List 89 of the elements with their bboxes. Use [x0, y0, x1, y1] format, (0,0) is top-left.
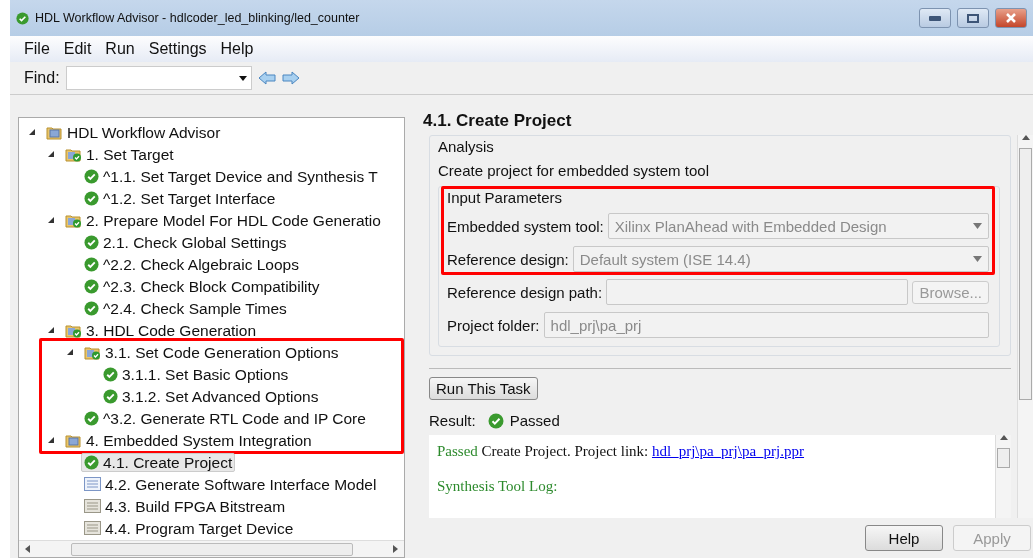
- description-text: Create project for embedded system tool: [438, 162, 710, 179]
- check-icon: [487, 412, 504, 429]
- folder-check-icon: [65, 322, 82, 338]
- check-icon: [84, 278, 99, 294]
- back-arrow-icon[interactable]: [257, 71, 276, 85]
- scroll-right-icon[interactable]: [393, 545, 398, 553]
- menu-item[interactable]: File: [24, 40, 50, 58]
- tree-item[interactable]: 3.1.2. Set Advanced Options: [100, 386, 322, 406]
- tree-item[interactable]: ^2.2. Check Algebraic Loops: [81, 254, 302, 274]
- tree-item[interactable]: ^2.4. Check Sample Times: [81, 298, 290, 318]
- project-link[interactable]: hdl_prj\pa_prj\pa_prj.ppr: [651, 443, 805, 459]
- menu-item[interactable]: Run: [105, 40, 135, 58]
- check-icon: [103, 388, 118, 404]
- tree-item[interactable]: ^2.3. Check Block Compatibility: [81, 276, 323, 296]
- folder-check-icon: [65, 212, 82, 228]
- check-icon: [16, 11, 29, 25]
- maximize-icon: [967, 13, 979, 23]
- maximize-button[interactable]: [957, 8, 989, 28]
- dialog-button[interactable]: Help: [865, 525, 943, 551]
- group-legend: Input Parameters: [447, 189, 989, 206]
- forward-arrow-icon[interactable]: [281, 71, 300, 85]
- scroll-thumb[interactable]: [70, 542, 353, 556]
- field-label: Embedded system tool:: [447, 217, 604, 235]
- menu-item[interactable]: Settings: [148, 40, 207, 58]
- caret-icon: [973, 223, 982, 229]
- result-label: Result:: [429, 412, 476, 429]
- check-icon: [84, 410, 99, 426]
- collapse-triangle-icon[interactable]: [46, 215, 56, 225]
- tree-item[interactable]: 4. Embedded System Integration: [62, 430, 315, 450]
- collapse-triangle-icon[interactable]: [46, 325, 56, 335]
- check-icon: [84, 168, 99, 184]
- scroll-left-icon[interactable]: [25, 545, 30, 553]
- menu-item[interactable]: Help: [220, 40, 254, 58]
- menu-item[interactable]: Edit: [63, 40, 92, 58]
- collapse-triangle-icon[interactable]: [27, 127, 37, 137]
- caret-icon: [238, 75, 247, 81]
- scroll-up-icon[interactable]: [1021, 135, 1030, 140]
- task-icon: [84, 521, 101, 535]
- minimize-button[interactable]: [919, 8, 951, 28]
- collapse-triangle-icon[interactable]: [46, 435, 56, 445]
- tree-item[interactable]: ^1.2. Set Target Interface: [81, 188, 279, 208]
- folder-check-icon: [65, 146, 82, 162]
- check-icon: [84, 454, 99, 470]
- log-scrollbar[interactable]: [995, 435, 1011, 518]
- scroll-thumb[interactable]: [997, 448, 1010, 468]
- horizontal-scrollbar[interactable]: [19, 540, 404, 557]
- check-icon: [84, 300, 99, 316]
- tree-item[interactable]: 3. HDL Code Generation: [62, 320, 260, 340]
- field-label: Project folder:: [447, 316, 540, 334]
- check-icon: [84, 256, 99, 272]
- task-icon: [84, 499, 101, 513]
- vertical-scrollbar[interactable]: [1017, 135, 1033, 518]
- field-label: Reference design path:: [447, 283, 603, 301]
- window-title: HDL Workflow Advisor - hdlcoder_led_blinking/led_counter: [35, 11, 361, 25]
- tree-item[interactable]: 3.1. Set Code Generation Options: [81, 342, 342, 362]
- run-task-button[interactable]: Run This Task: [429, 377, 538, 400]
- tree-item[interactable]: 2. Prepare Model For HDL Code Generatio: [62, 210, 384, 230]
- minimize-icon: [929, 15, 941, 21]
- find-label: Find:: [24, 69, 60, 87]
- tree-item[interactable]: 1. Set Target: [62, 144, 177, 164]
- tree-item[interactable]: 2.1. Check Global Settings: [81, 232, 290, 252]
- tree-item[interactable]: 4.4. Program Target Device: [81, 518, 297, 538]
- check-icon: [103, 366, 118, 382]
- result-status: Passed: [487, 412, 560, 429]
- log-line: Synthesis Tool Log:: [437, 478, 558, 495]
- tree-item[interactable]: 3.1.1. Set Basic Options: [100, 364, 292, 384]
- tree-item[interactable]: HDL Workflow Advisor: [43, 122, 224, 142]
- close-button[interactable]: [995, 8, 1027, 28]
- tree-item[interactable]: 4.2. Generate Software Interface Model: [81, 474, 380, 494]
- field-label: Reference design:: [447, 250, 569, 268]
- close-icon: [1006, 13, 1016, 23]
- group-legend: Analysis: [438, 138, 1000, 155]
- scroll-up-icon[interactable]: [999, 435, 1008, 440]
- folder-icon: [65, 432, 82, 448]
- caret-icon: [973, 256, 982, 262]
- tree-item[interactable]: 4.3. Build FPGA Bitstream: [81, 496, 289, 516]
- check-icon: [84, 190, 99, 206]
- folder-icon: [46, 124, 63, 140]
- task-title: 4.1. Create Project: [423, 111, 572, 131]
- folder-check-icon: [84, 344, 101, 360]
- tree-item[interactable]: ^1.1. Set Target Device and Synthesis T: [81, 166, 381, 186]
- collapse-triangle-icon[interactable]: [65, 347, 75, 357]
- tree-item[interactable]: ^3.2. Generate RTL Code and IP Core: [81, 408, 369, 428]
- find-field[interactable]: [65, 66, 252, 90]
- log-line: Passed Create Project. Project link: hdl_prj\pa_prj\pa_prj.ppr: [437, 443, 805, 460]
- task-icon: [84, 477, 101, 491]
- scroll-thumb[interactable]: [1019, 148, 1032, 400]
- collapse-triangle-icon[interactable]: [46, 149, 56, 159]
- check-icon: [84, 234, 99, 250]
